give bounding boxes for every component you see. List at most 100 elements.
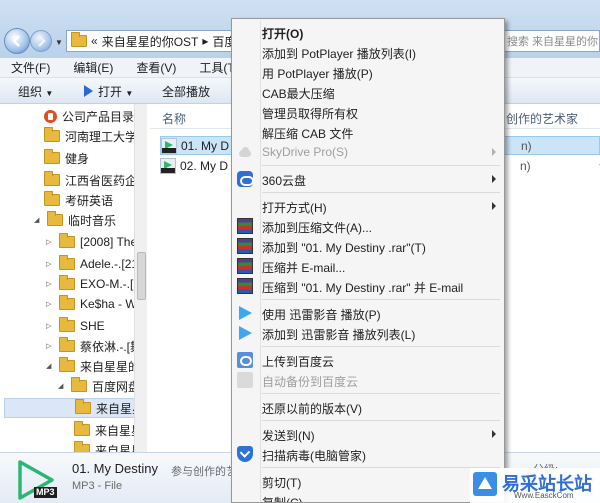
- menu-item-add-to-rar[interactable]: 添加到 "01. My Destiny .rar"(T): [234, 235, 502, 257]
- scrollbar-thumb[interactable]: [137, 252, 146, 300]
- tree-item[interactable]: 江西省医药企: [44, 170, 137, 190]
- menu-item-skydrive-pro[interactable]: SkyDrive Pro(S): [234, 141, 502, 163]
- menu-item-copy[interactable]: 复制(C): [234, 490, 502, 502]
- shield-icon: [237, 446, 253, 462]
- menu-item-label: 上传到百度云: [262, 355, 335, 369]
- menu-item-label: 添加到 迅雷影音 播放列表(L): [262, 328, 416, 342]
- tree-item[interactable]: ▷ Ke$ha - W: [46, 294, 137, 314]
- address-bar[interactable]: « 来自星星的你OST ▸ 百度: [66, 30, 234, 52]
- menu-item-play-with-potplayer[interactable]: 用 PotPlayer 播放(P): [234, 61, 502, 83]
- tree-item[interactable]: 公司产品目录: [44, 106, 134, 126]
- expand-icon[interactable]: ▷: [46, 280, 54, 288]
- context-menu: 打开(O) 添加到 PotPlayer 播放列表(I) 用 PotPlayer …: [231, 18, 505, 503]
- menu-item-label: 使用 迅雷影音 播放(P): [262, 308, 381, 322]
- folder-icon: [44, 149, 60, 164]
- tree-item-expanded[interactable]: ◢ 百度网盘: [58, 376, 140, 396]
- submenu-arrow-icon: [492, 148, 496, 156]
- expanded-icon[interactable]: ◢: [58, 382, 66, 390]
- menu-item-send-to[interactable]: 发送到(N): [234, 423, 502, 445]
- folder-icon: [74, 421, 90, 436]
- menu-item-label: 打开(O): [262, 27, 304, 41]
- menu-item-restore-previous-versions[interactable]: 还原以前的版本(V): [234, 396, 502, 418]
- expanded-icon[interactable]: ◢: [34, 216, 42, 224]
- expand-icon[interactable]: ▷: [46, 342, 54, 350]
- tree-item-label: Ke$ha - W: [80, 297, 137, 311]
- expand-icon[interactable]: ▷: [46, 260, 54, 268]
- menu-item-open[interactable]: 打开(O): [234, 21, 502, 43]
- folder-icon: [59, 233, 75, 248]
- menu-item-open-with[interactable]: 打开方式(H): [234, 195, 502, 217]
- tree-item[interactable]: 河南理工大学: [44, 126, 137, 146]
- menu-item-cut[interactable]: 剪切(T): [234, 470, 502, 492]
- expand-icon[interactable]: ▷: [46, 300, 54, 308]
- menu-item-label: 管理员取得所有权: [262, 107, 359, 121]
- play-all-label: 全部播放: [162, 85, 211, 99]
- 360-cloud-icon: [237, 171, 254, 187]
- menu-item-scan-virus[interactable]: 扫描病毒(电脑管家): [234, 443, 502, 465]
- menu-item-upload-baidu-cloud[interactable]: 上传到百度云: [234, 349, 502, 371]
- breadcrumb-item[interactable]: 来自星星的你OST: [102, 33, 199, 50]
- menu-item-label: 发送到(N): [262, 429, 315, 443]
- column-header-name[interactable]: 名称: [162, 110, 186, 127]
- file-cell: n): [521, 138, 532, 153]
- menu-item-extract-cab[interactable]: 解压缩 CAB 文件: [234, 121, 502, 143]
- expand-icon[interactable]: ▷: [46, 238, 54, 246]
- app-icon: [44, 109, 57, 123]
- tree-item[interactable]: ▷ [2008] The: [46, 232, 137, 252]
- folder-icon: [44, 171, 60, 186]
- chevron-down-icon: ▼: [125, 89, 134, 98]
- menu-item-compress-and-email[interactable]: 压缩并 E-mail...: [234, 255, 502, 277]
- menu-item-label: 添加到 PotPlayer 播放列表(I): [262, 47, 417, 61]
- breadcrumb-separator-icon[interactable]: ▸: [202, 34, 208, 48]
- tree-item[interactable]: 健身: [44, 148, 89, 168]
- tree-item[interactable]: 考研英语: [44, 190, 113, 210]
- history-dropdown-icon[interactable]: ▼: [55, 38, 63, 47]
- menu-item-label: 压缩到 "01. My Destiny .rar" 并 E-mail: [262, 281, 464, 295]
- tree-item[interactable]: ▷ SHE: [46, 316, 105, 336]
- expanded-icon[interactable]: ◢: [46, 362, 54, 370]
- menu-item-add-to-archive[interactable]: 添加到压缩文件(A)...: [234, 215, 502, 237]
- tree-item[interactable]: ▷ Adele.-.[21: [46, 254, 138, 274]
- menu-item-add-to-potplayer-list[interactable]: 添加到 PotPlayer 播放列表(I): [234, 41, 502, 63]
- xunlei-player-icon: [239, 306, 252, 320]
- menu-separator: [262, 165, 500, 166]
- play-icon: [84, 85, 93, 97]
- menu-item-360-cloud[interactable]: 360云盘: [234, 168, 502, 190]
- back-button[interactable]: [4, 28, 30, 54]
- tree-item-label: 百度网盘: [92, 379, 141, 394]
- menu-item-play-with-xunlei[interactable]: 使用 迅雷影音 播放(P): [234, 302, 502, 324]
- search-input[interactable]: 搜索 来自星星的你: [500, 30, 600, 52]
- tree-item[interactable]: 来自星星: [74, 440, 143, 452]
- tree-item[interactable]: ▷ 蔡依淋.-.[舞: [46, 336, 142, 356]
- menu-separator: [262, 299, 500, 300]
- open-button[interactable]: 打开 ▼: [84, 83, 133, 100]
- tree-item-selected[interactable]: 来自星星: [4, 398, 144, 418]
- menu-item-take-ownership[interactable]: 管理员取得所有权: [234, 101, 502, 123]
- menu-item-label: SkyDrive Pro(S): [262, 145, 349, 159]
- winrar-icon: [237, 258, 253, 274]
- column-header-artist[interactable]: 创作的艺术家: [506, 110, 578, 127]
- tree-item-label: 江西省医药企: [65, 173, 138, 188]
- breadcrumb-overflow[interactable]: «: [91, 34, 98, 48]
- expand-icon[interactable]: ▷: [46, 322, 54, 330]
- details-file-type: MP3 - File: [72, 480, 123, 492]
- organize-button[interactable]: 组织 ▼: [18, 83, 53, 100]
- menu-item-cab-max-compress[interactable]: CAB最大压缩: [234, 81, 502, 103]
- navpane-scrollbar[interactable]: [134, 104, 147, 452]
- skydrive-icon: [237, 144, 253, 160]
- menu-view[interactable]: 查看(V): [125, 59, 188, 76]
- tree-item-expanded[interactable]: ◢ 临时音乐: [34, 210, 116, 230]
- menu-item-auto-backup-baidu-cloud[interactable]: 自动备份到百度云: [234, 369, 502, 391]
- play-all-button[interactable]: 全部播放: [162, 83, 210, 100]
- forward-button[interactable]: [30, 30, 52, 52]
- menu-file[interactable]: 文件(F): [0, 59, 62, 76]
- menu-item-label: 自动备份到百度云: [262, 375, 359, 389]
- tree-item[interactable]: ▷ EXO-M.-.[: [46, 274, 133, 294]
- tree-item-expanded[interactable]: ◢ 来自星星的: [46, 356, 140, 376]
- menu-item-compress-to-rar-and-email[interactable]: 压缩到 "01. My Destiny .rar" 并 E-mail: [234, 275, 502, 297]
- details-file-name: 01. My Destiny: [72, 461, 158, 476]
- menu-item-add-to-xunlei-list[interactable]: 添加到 迅雷影音 播放列表(L): [234, 322, 502, 344]
- tree-item[interactable]: 来自星星: [74, 420, 143, 440]
- file-cell: n): [520, 158, 531, 173]
- menu-edit[interactable]: 编辑(E): [62, 59, 125, 76]
